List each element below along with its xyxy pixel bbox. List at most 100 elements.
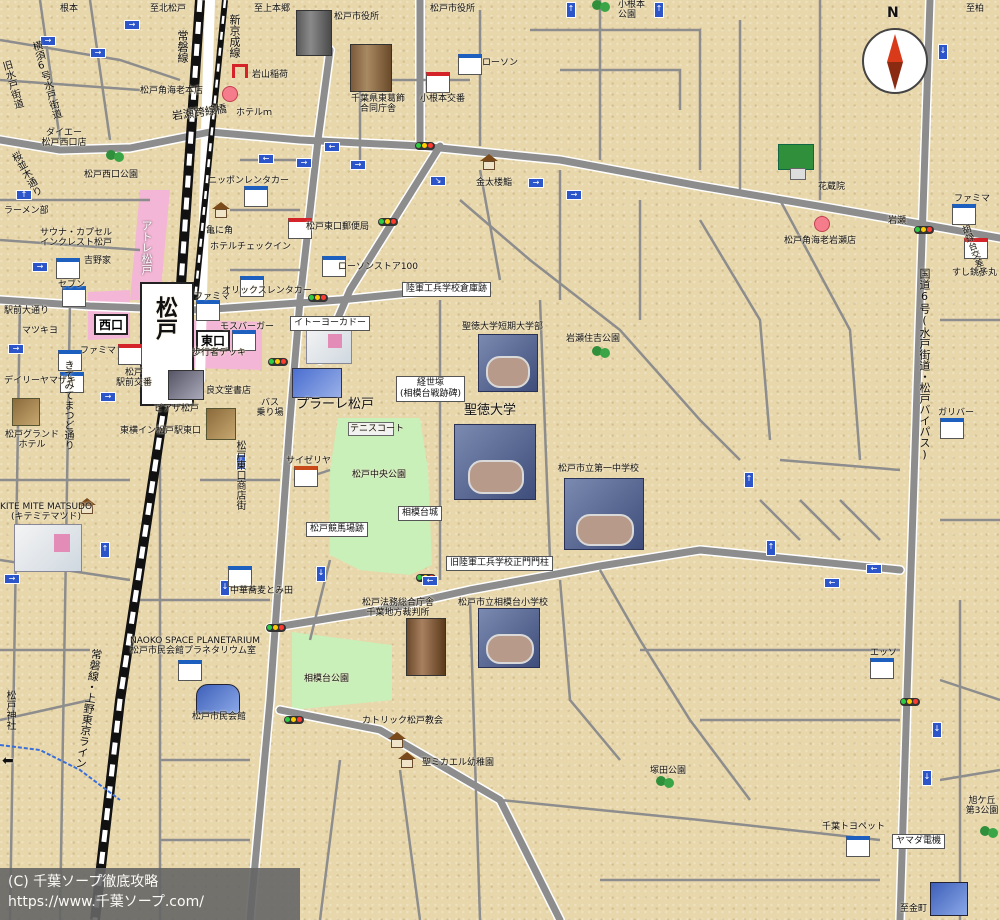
label-shikamimotogo: 至上本郷 xyxy=(254,4,291,14)
yamada-building[interactable] xyxy=(930,882,968,916)
kanedaro-icon[interactable] xyxy=(480,154,498,170)
gulliver-icon[interactable] xyxy=(940,418,964,439)
grand-hotel-building[interactable] xyxy=(12,398,40,426)
label-route6-bypass: 国道6号(水戸街道・松戸バイパス) xyxy=(918,268,931,461)
traffic-signal xyxy=(415,142,435,150)
label-kanedaro: 金太楼鮨 xyxy=(476,178,513,188)
north-needle-icon xyxy=(887,34,903,62)
label-mosburger: モスバーガー xyxy=(220,322,275,332)
copyright-footer: (C) 千葉ソープ徹底攻略 https://www.千葉ソープ.com/ xyxy=(0,868,300,920)
station-koban-icon[interactable] xyxy=(118,344,142,365)
label-kanikaku: 亀に角 xyxy=(206,226,234,236)
plare-building[interactable] xyxy=(292,368,342,398)
label-konemoto-koban: 小根本交番 xyxy=(420,94,466,104)
esso-icon[interactable] xyxy=(870,658,894,679)
label-esso: エッソ xyxy=(870,648,898,658)
label-hotel-checkin: ホテルチェックイン xyxy=(210,242,292,252)
left-arrow-icon[interactable]: ⬅ xyxy=(2,754,14,768)
label-kyosho: 良文堂書店 xyxy=(206,386,252,396)
yoshinoya-icon[interactable] xyxy=(56,258,80,279)
label-yamada: ヤマダ電機 xyxy=(892,834,946,849)
map-canvas[interactable]: N 松戸 西口 東口 ↑ ↑ ↓ → → → ← → ↘ → → ← ↑ → →… xyxy=(0,0,1000,920)
label-chuka: 中華蕎麦とみ田 xyxy=(230,586,294,596)
traffic-signal xyxy=(268,358,288,366)
label-pedestrian-deck: 歩行者デッキ xyxy=(192,348,247,358)
chuka-icon[interactable] xyxy=(228,566,252,587)
saizeriya-icon[interactable] xyxy=(294,466,318,487)
label-family-mart-2: ファミマ xyxy=(80,346,117,356)
kakain-temple[interactable] xyxy=(778,144,814,180)
toyoko-building[interactable] xyxy=(206,408,236,440)
family-mart-icon[interactable] xyxy=(196,300,220,321)
label-city-hall: 松戸市役所 xyxy=(334,12,380,22)
label-shihokumatsudo: 至北松戸 xyxy=(150,4,187,14)
label-race-track: 松戸競馬場跡 xyxy=(306,522,369,537)
oneway-arrow-icon: → xyxy=(296,158,312,168)
label-city-hall-b: 松戸市役所 xyxy=(430,4,476,14)
daiichi-jhs-building[interactable] xyxy=(564,478,644,550)
civic-hall-building[interactable] xyxy=(196,684,240,714)
label-planetarium: NAOKO SPACE PLANETARIUM 松戸市民会館プラネタリウム室 xyxy=(130,636,261,656)
label-st-michael: 聖ミカエル幼稚園 xyxy=(422,758,495,768)
label-higashiguchi-shotengai: 松戸東口商店街 xyxy=(234,440,245,510)
tsukada-park-icon xyxy=(654,776,676,794)
city-hall-building[interactable] xyxy=(296,10,332,56)
label-konemoto-park: 小根本 公園 xyxy=(618,0,646,20)
tokatsu-office-building[interactable] xyxy=(350,44,392,92)
oneway-arrow-icon: → xyxy=(100,392,116,402)
label-toyopet: 千葉トヨペット xyxy=(822,822,886,832)
central-park-area xyxy=(330,418,432,575)
oneway-arrow-icon: → xyxy=(124,20,140,30)
label-civic-hall: 松戸市民会館 xyxy=(192,712,247,722)
piazza-building[interactable] xyxy=(168,370,204,400)
label-iwase: 岩瀬 xyxy=(888,216,907,226)
itoyokado-building[interactable] xyxy=(306,326,352,364)
label-kakain: 花蔵院 xyxy=(818,182,846,192)
label-sagamidai-castle: 相模台城 xyxy=(398,506,443,521)
copyright-url[interactable]: https://www.千葉ソープ.com/ xyxy=(8,892,292,912)
label-eki-mae-dori: 駅前大通り xyxy=(4,306,50,316)
label-kakuebi-honten: 松戸角海老本店 xyxy=(140,86,204,96)
sagamidai-es-building[interactable] xyxy=(478,608,540,668)
kanikaku-icon[interactable] xyxy=(212,202,230,218)
nippon-rent-icon[interactable] xyxy=(244,186,268,207)
planetarium-icon[interactable] xyxy=(178,660,202,681)
kakuebi-honten-pin[interactable] xyxy=(222,86,238,102)
oneway-arrow-icon: ↓ xyxy=(932,722,942,738)
north-label: N xyxy=(887,5,899,21)
catholic-church-icon[interactable] xyxy=(388,732,406,748)
koban-icon[interactable] xyxy=(426,72,450,93)
oneway-arrow-icon: ← xyxy=(824,578,840,588)
konemoto-park-icon xyxy=(590,0,612,18)
label-army-barn: 陸軍工兵学校倉庫跡 xyxy=(402,282,492,297)
compass-rose xyxy=(862,28,928,94)
label-gulliver: ガリバー xyxy=(938,408,975,418)
seitoku-jc-building[interactable] xyxy=(478,334,538,392)
court-building[interactable] xyxy=(406,618,446,676)
family-mart-icon[interactable] xyxy=(952,204,976,225)
traffic-signal xyxy=(284,716,304,724)
lawson-icon[interactable] xyxy=(458,54,482,75)
sagamidai-park-area xyxy=(292,632,392,710)
oneway-arrow-icon: → xyxy=(528,178,544,188)
oneway-arrow-icon: ↓ xyxy=(316,566,326,582)
sakagawa-river xyxy=(0,744,121,801)
seitoku-university-building[interactable] xyxy=(454,424,536,500)
oneway-arrow-icon: ← xyxy=(866,564,882,574)
asahigaoka-park-icon xyxy=(978,826,1000,844)
label-sauna: サウナ・カプセル インクレスト松戸 xyxy=(39,228,113,248)
west-exit-label[interactable]: 西口 xyxy=(94,314,129,335)
label-seven: セブン xyxy=(58,280,86,290)
station-name: 松戸 xyxy=(152,296,177,340)
st-michael-icon[interactable] xyxy=(398,752,416,768)
label-bus-stop: バス 乗り場 xyxy=(256,398,284,418)
label-shikanemachi: 至金町 xyxy=(900,904,928,914)
label-macky: マツキヨ xyxy=(22,326,59,336)
kakuebi-iwase-pin[interactable] xyxy=(814,216,830,232)
label-kyosezuka: 経世塚 (相模台戦跡碑) xyxy=(396,376,466,402)
label-grand-hotel: 松戸グランド ホテル xyxy=(4,430,60,450)
oneway-arrow-icon: ↑ xyxy=(654,2,664,18)
kitemite-building[interactable] xyxy=(14,524,82,572)
oneway-arrow-icon: ↑ xyxy=(100,542,110,558)
toyopet-icon[interactable] xyxy=(846,836,870,857)
